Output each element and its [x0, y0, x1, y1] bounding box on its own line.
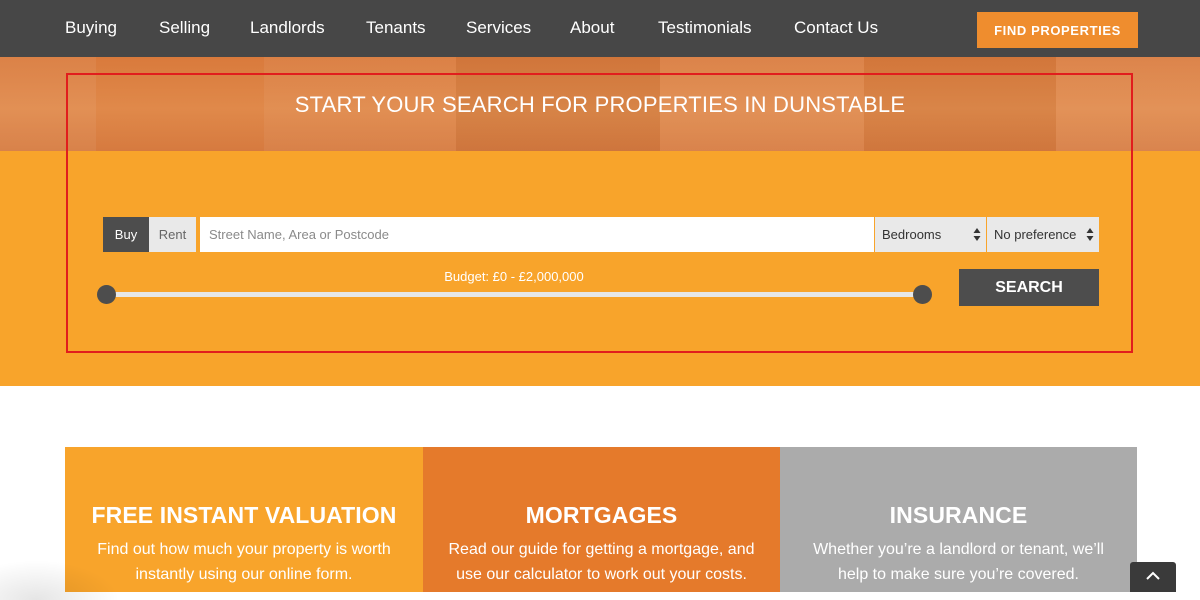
card-text: Read our guide for getting a mortgage, a…	[448, 541, 755, 583]
mortgages-card[interactable]: MORTGAGES Read our guide for getting a m…	[423, 447, 780, 592]
budget-slider-track[interactable]	[106, 292, 923, 297]
buy-toggle-button[interactable]: Buy	[103, 217, 149, 252]
card-text: Whether you’re a landlord or tenant, we’…	[813, 541, 1104, 583]
search-button[interactable]: SEARCH	[959, 269, 1099, 306]
hero-title: START YOUR SEARCH FOR PROPERTIES IN DUNS…	[294, 92, 906, 117]
nav-item-buying[interactable]: Buying	[65, 18, 117, 38]
nav-item-tenants[interactable]: Tenants	[366, 18, 426, 38]
chevron-up-icon	[1146, 571, 1160, 580]
nav-item-about[interactable]: About	[570, 18, 614, 38]
top-navigation: Buying Selling Landlords Tenants Service…	[0, 0, 1200, 57]
card-title: FREE INSTANT VALUATION	[91, 502, 397, 528]
budget-max-handle[interactable]	[913, 285, 932, 304]
updown-arrows-icon	[973, 228, 981, 241]
nav-item-contact-us[interactable]: Contact Us	[794, 18, 878, 38]
card-title: MORTGAGES	[525, 502, 678, 528]
preference-select-value: No preference	[994, 227, 1077, 242]
nav-item-landlords[interactable]: Landlords	[250, 18, 325, 38]
location-search-input[interactable]	[200, 217, 874, 252]
nav-item-testimonials[interactable]: Testimonials	[658, 18, 752, 38]
rent-toggle-button[interactable]: Rent	[149, 217, 196, 252]
bedrooms-select-value: Bedrooms	[882, 227, 942, 242]
updown-arrows-icon	[1086, 228, 1094, 241]
find-properties-button[interactable]: FIND PROPERTIES	[977, 12, 1138, 48]
budget-min-handle[interactable]	[97, 285, 116, 304]
bedrooms-select[interactable]: Bedrooms	[875, 217, 986, 252]
insurance-card[interactable]: INSURANCE Whether you’re a landlord or t…	[780, 447, 1137, 592]
back-to-top-button[interactable]	[1130, 562, 1176, 592]
card-title: INSURANCE	[889, 502, 1028, 528]
preference-select[interactable]: No preference	[987, 217, 1099, 252]
nav-item-services[interactable]: Services	[466, 18, 531, 38]
valuation-card[interactable]: FREE INSTANT VALUATION Find out how much…	[65, 447, 423, 592]
nav-item-selling[interactable]: Selling	[159, 18, 210, 38]
budget-label: Budget: £0 - £2,000,000	[444, 269, 584, 284]
card-text: Find out how much your property is worth…	[97, 541, 391, 583]
